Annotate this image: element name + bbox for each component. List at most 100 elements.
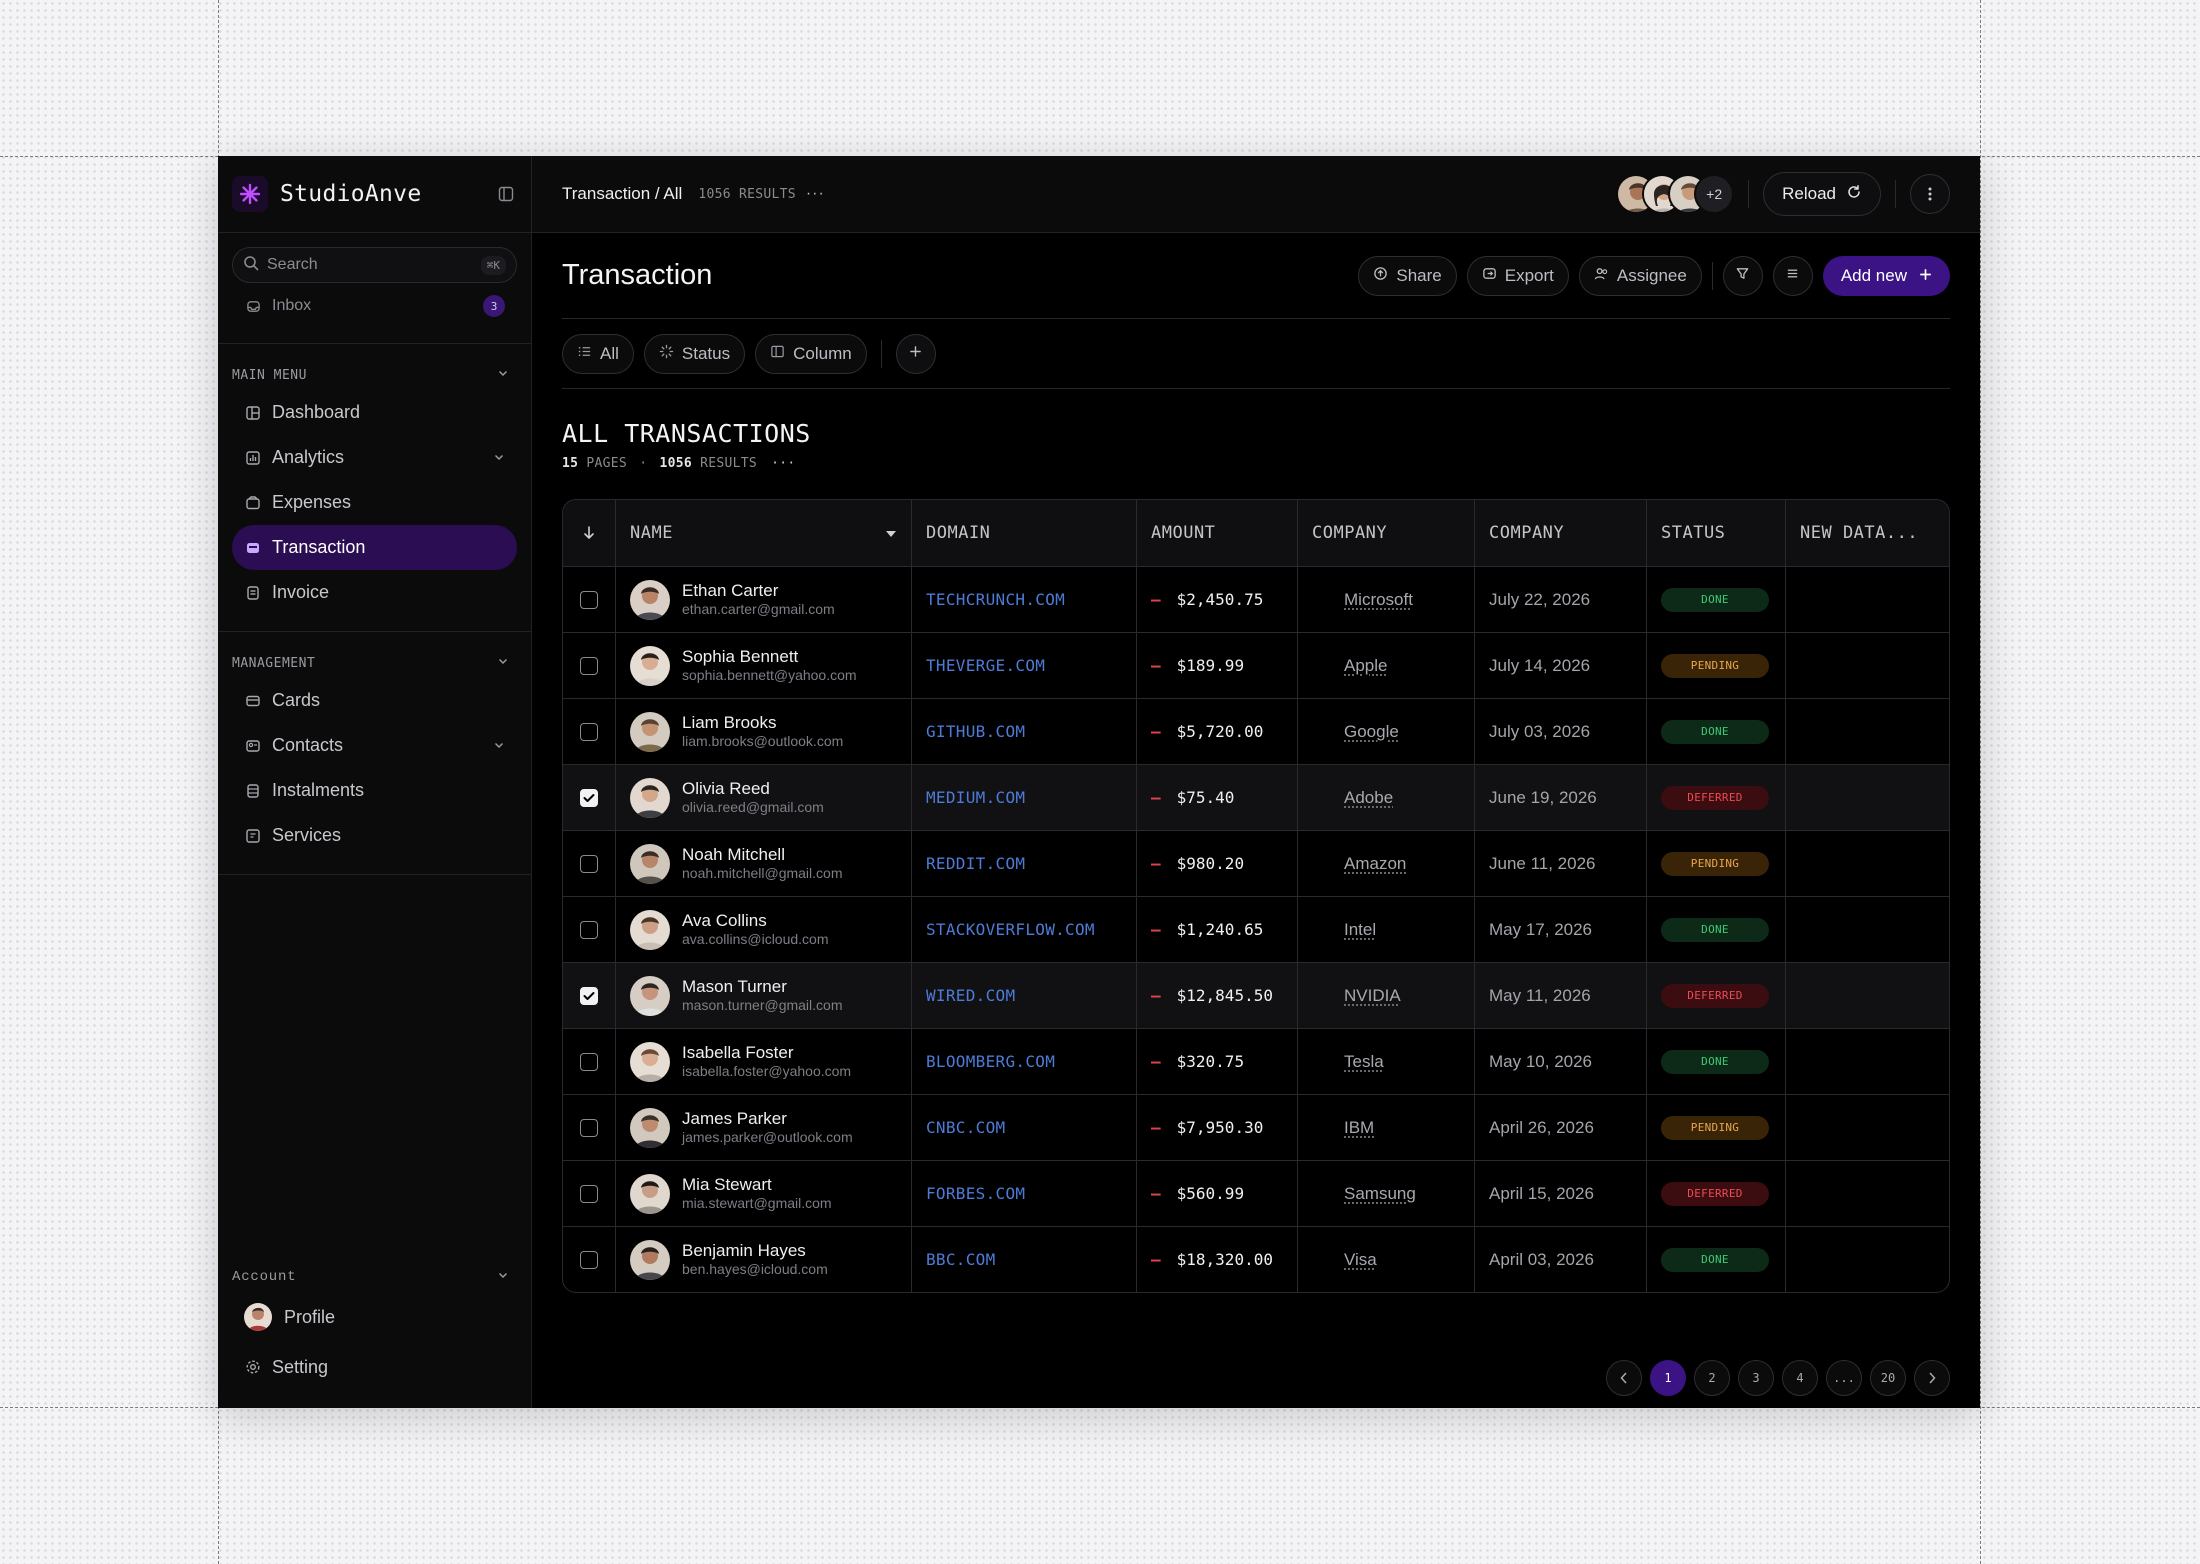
domain-link[interactable]: CNBC.COM xyxy=(926,1118,1005,1137)
more-collaborators[interactable]: +2 xyxy=(1694,174,1735,214)
domain-link[interactable]: THEVERGE.COM xyxy=(926,656,1045,675)
more-horizontal-icon[interactable]: ··· xyxy=(806,185,825,203)
page-button[interactable]: 2 xyxy=(1694,1360,1730,1396)
reload-button[interactable]: Reload xyxy=(1763,172,1881,216)
table-row[interactable]: James Parker james.parker@outlook.com CN… xyxy=(563,1094,1949,1160)
person-name[interactable]: Mason Turner xyxy=(682,977,843,997)
row-checkbox[interactable] xyxy=(580,1184,598,1203)
assignee-button[interactable]: Assignee xyxy=(1578,255,1702,296)
person-name[interactable]: Ava Collins xyxy=(682,911,829,931)
column-header-amount[interactable]: AMOUNT xyxy=(1136,500,1297,566)
table-row[interactable]: Noah Mitchell noah.mitchell@gmail.com RE… xyxy=(563,830,1949,896)
table-row[interactable]: Ethan Carter ethan.carter@gmail.com TECH… xyxy=(563,566,1949,632)
row-checkbox[interactable] xyxy=(580,788,598,807)
more-horizontal-icon[interactable]: ··· xyxy=(771,456,795,471)
row-checkbox[interactable] xyxy=(580,1052,598,1071)
sidebar-toggle-icon[interactable] xyxy=(495,183,517,205)
domain-link[interactable]: WIRED.COM xyxy=(926,986,1015,1005)
add-filter-button[interactable] xyxy=(895,333,936,374)
table-row[interactable]: Ava Collins ava.collins@icloud.com STACK… xyxy=(563,896,1949,962)
row-checkbox[interactable] xyxy=(580,722,598,741)
column-header-name[interactable]: NAME xyxy=(615,500,911,566)
person-name[interactable]: Noah Mitchell xyxy=(682,845,843,865)
filter-all-button[interactable]: All xyxy=(562,333,634,374)
export-button[interactable]: Export xyxy=(1466,255,1569,296)
sidebar-item-cards[interactable]: Cards xyxy=(232,678,517,723)
sidebar-item-contacts[interactable]: Contacts xyxy=(232,723,517,768)
row-checkbox[interactable] xyxy=(580,986,598,1005)
next-page-button[interactable] xyxy=(1914,1360,1950,1396)
person-name[interactable]: Mia Stewart xyxy=(682,1175,832,1195)
person-name[interactable]: Liam Brooks xyxy=(682,713,843,733)
row-checkbox[interactable] xyxy=(580,920,598,939)
sidebar-item-setting[interactable]: Setting xyxy=(232,1342,517,1392)
company-name[interactable]: Apple xyxy=(1344,656,1387,676)
filter-button[interactable] xyxy=(1722,255,1763,296)
page-button[interactable]: 20 xyxy=(1870,1360,1906,1396)
more-vertical-icon[interactable] xyxy=(1910,174,1950,214)
page-button[interactable]: ... xyxy=(1826,1360,1862,1396)
add-new-button[interactable]: Add new xyxy=(1822,255,1950,296)
table-row[interactable]: Isabella Foster isabella.foster@yahoo.co… xyxy=(563,1028,1949,1094)
domain-link[interactable]: REDDIT.COM xyxy=(926,854,1025,873)
table-row[interactable]: Mia Stewart mia.stewart@gmail.com FORBES… xyxy=(563,1160,1949,1226)
column-header-company-date[interactable]: COMPANY xyxy=(1474,500,1646,566)
person-name[interactable]: Benjamin Hayes xyxy=(682,1241,828,1261)
person-name[interactable]: James Parker xyxy=(682,1109,853,1129)
domain-link[interactable]: GITHUB.COM xyxy=(926,722,1025,741)
table-row[interactable]: Liam Brooks liam.brooks@outlook.com GITH… xyxy=(563,698,1949,764)
sidebar-item-invoice[interactable]: Invoice xyxy=(232,570,517,615)
filter-column-button[interactable]: Column xyxy=(755,333,867,374)
page-button[interactable]: 4 xyxy=(1782,1360,1818,1396)
column-header-new-data[interactable]: NEW DATA... xyxy=(1785,500,1949,566)
table-row[interactable]: Olivia Reed olivia.reed@gmail.com MEDIUM… xyxy=(563,764,1949,830)
column-header-status[interactable]: STATUS xyxy=(1646,500,1785,566)
company-name[interactable]: Microsoft xyxy=(1344,590,1413,610)
company-name[interactable]: Intel xyxy=(1344,920,1376,940)
domain-link[interactable]: BBC.COM xyxy=(926,1250,996,1269)
person-name[interactable]: Olivia Reed xyxy=(682,779,824,799)
row-checkbox[interactable] xyxy=(580,1250,598,1269)
domain-link[interactable]: TECHCRUNCH.COM xyxy=(926,590,1065,609)
sidebar-item-analytics[interactable]: Analytics xyxy=(232,435,517,480)
prev-page-button[interactable] xyxy=(1606,1360,1642,1396)
person-name[interactable]: Isabella Foster xyxy=(682,1043,851,1063)
sort-button[interactable] xyxy=(1772,255,1813,296)
row-checkbox[interactable] xyxy=(580,590,598,609)
sidebar-item-transaction[interactable]: Transaction xyxy=(232,525,517,570)
account-title[interactable]: Account xyxy=(232,1262,517,1292)
row-checkbox[interactable] xyxy=(580,1118,598,1137)
caret-down-icon[interactable] xyxy=(885,523,897,543)
sidebar-item-expenses[interactable]: Expenses xyxy=(232,480,517,525)
sidebar-item-inbox[interactable]: Inbox 3 xyxy=(232,285,517,327)
search-input[interactable]: Search ⌘K xyxy=(232,247,517,283)
sidebar-item-profile[interactable]: Profile xyxy=(232,1292,517,1342)
person-name[interactable]: Ethan Carter xyxy=(682,581,835,601)
table-row[interactable]: Benjamin Hayes ben.hayes@icloud.com BBC.… xyxy=(563,1226,1949,1292)
sidebar-item-dashboard[interactable]: Dashboard xyxy=(232,390,517,435)
company-name[interactable]: Visa xyxy=(1344,1250,1377,1270)
domain-link[interactable]: BLOOMBERG.COM xyxy=(926,1052,1055,1071)
table-row[interactable]: Sophia Bennett sophia.bennett@yahoo.com … xyxy=(563,632,1949,698)
company-name[interactable]: Adobe xyxy=(1344,788,1393,808)
filter-status-button[interactable]: Status xyxy=(643,333,746,374)
domain-link[interactable]: STACKOVERFLOW.COM xyxy=(926,920,1095,939)
company-name[interactable]: IBM xyxy=(1344,1118,1374,1138)
breadcrumb[interactable]: Transaction / All xyxy=(562,184,682,204)
main-menu-title[interactable]: MAIN MENU xyxy=(232,360,517,390)
company-name[interactable]: Tesla xyxy=(1344,1052,1384,1072)
column-header-domain[interactable]: DOMAIN xyxy=(911,500,1136,566)
company-name[interactable]: Samsung xyxy=(1344,1184,1416,1204)
person-name[interactable]: Sophia Bennett xyxy=(682,647,857,667)
sidebar-item-services[interactable]: Services xyxy=(232,813,517,858)
company-name[interactable]: NVIDIA xyxy=(1344,986,1401,1006)
page-button[interactable]: 3 xyxy=(1738,1360,1774,1396)
collaborator-avatars[interactable]: +2 xyxy=(1616,174,1735,214)
row-checkbox[interactable] xyxy=(580,656,598,675)
domain-link[interactable]: FORBES.COM xyxy=(926,1184,1025,1203)
company-name[interactable]: Google xyxy=(1344,722,1399,742)
sidebar-item-instalments[interactable]: Instalments xyxy=(232,768,517,813)
row-checkbox[interactable] xyxy=(580,854,598,873)
page-button[interactable]: 1 xyxy=(1650,1360,1686,1396)
management-title[interactable]: MANAGEMENT xyxy=(232,648,517,678)
